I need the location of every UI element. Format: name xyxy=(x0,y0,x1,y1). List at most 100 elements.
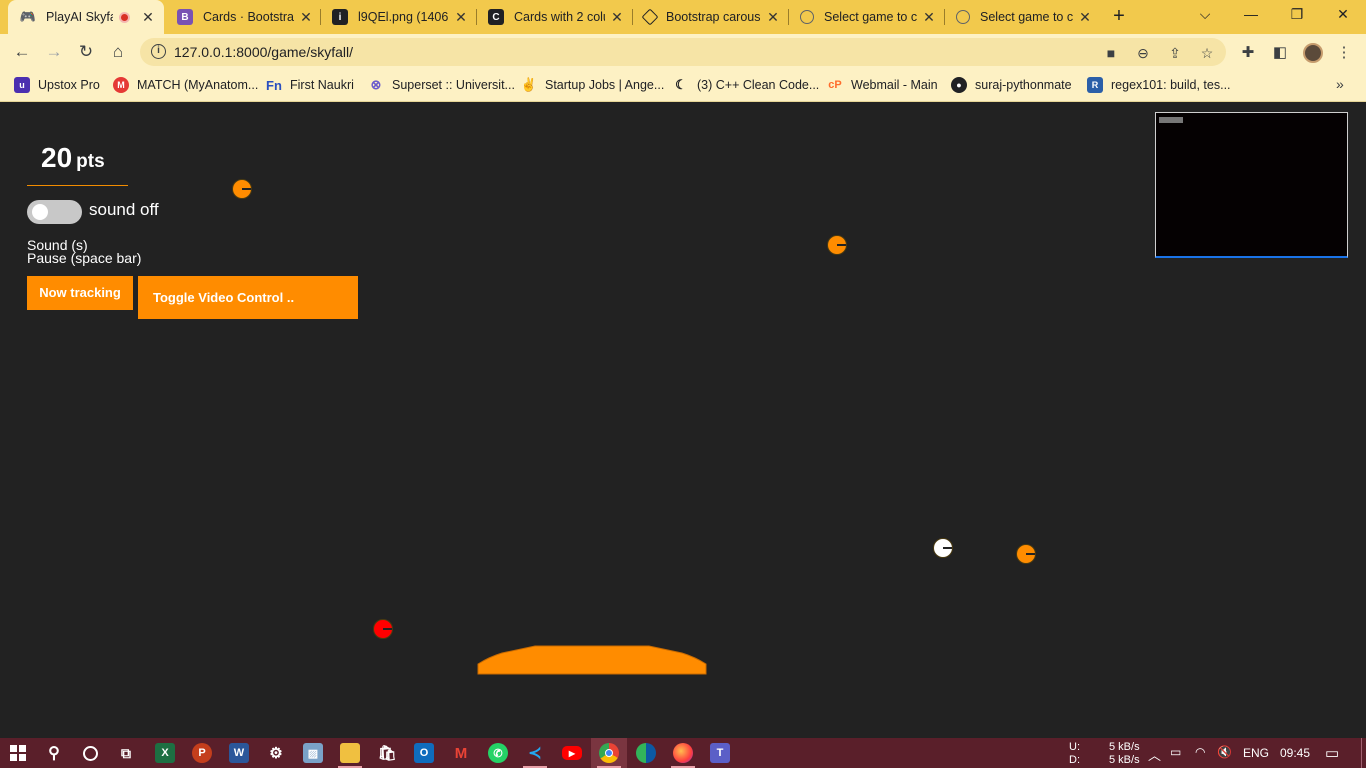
home-button[interactable]: ⌂ xyxy=(107,41,129,63)
regex101-icon: R xyxy=(1087,77,1103,93)
close-tab-icon[interactable]: ✕ xyxy=(921,9,937,26)
bootstrap-icon: B xyxy=(177,9,193,25)
notifications-icon[interactable]: ▭ xyxy=(1325,744,1339,762)
tab-strip: 🎮 PlayAI Skyfall ✕ B Cards · Bootstrap ✕… xyxy=(0,0,1366,34)
gmail-icon[interactable]: M xyxy=(451,743,471,763)
cortana-icon[interactable] xyxy=(80,743,100,763)
whatsapp-icon[interactable]: ✆ xyxy=(488,743,508,763)
bookmarks-bar: u Upstox Pro M MATCH (MyAnatom... Fn Fir… xyxy=(0,70,1366,102)
video-overlay-label xyxy=(1159,117,1183,123)
volume-muted-icon[interactable]: 🔇 xyxy=(1217,745,1232,759)
bookmark-cpp-clean-code[interactable]: ☾ (3) C++ Clean Code... xyxy=(673,77,819,93)
edge-icon[interactable] xyxy=(636,743,656,763)
close-tab-icon[interactable]: ✕ xyxy=(298,9,314,26)
settings-gear-icon[interactable]: ⚙ xyxy=(266,743,286,763)
tracking-button[interactable]: Now tracking xyxy=(27,276,133,310)
close-tab-icon[interactable]: ✕ xyxy=(140,9,156,26)
globe-icon xyxy=(956,10,970,24)
game-area[interactable]: 20 pts sound off Sound (s) Pause (space b… xyxy=(0,102,1366,738)
minimize-button[interactable]: — xyxy=(1239,6,1263,22)
tray-chevron-up-icon[interactable]: ︿ xyxy=(1148,745,1161,764)
side-panel-icon[interactable]: ◧ xyxy=(1270,43,1290,61)
toggle-video-control-button[interactable]: Toggle Video Control .. xyxy=(138,276,358,319)
vscode-icon[interactable]: ≺ xyxy=(525,743,545,763)
address-bar[interactable]: i 127.0.0.1:8000/game/skyfall/ ■ ⊖ ⇪ ☆ xyxy=(140,38,1226,66)
tab-bootstrap-carousel[interactable]: Bootstrap carous ✕ xyxy=(635,0,785,34)
chrome-icon[interactable] xyxy=(599,743,619,763)
falling-ball xyxy=(1016,544,1036,564)
ball-mark xyxy=(943,547,952,549)
tab-playai-skyfall[interactable]: 🎮 PlayAI Skyfall ✕ xyxy=(8,0,164,34)
tab-separator xyxy=(320,9,321,25)
tab-select-game-2[interactable]: Select game to cl ✕ xyxy=(947,0,1097,34)
tab-image-file[interactable]: i l9QEl.png (1406× ✕ xyxy=(323,0,473,34)
windows-start-icon[interactable] xyxy=(8,743,28,763)
reload-button[interactable]: ↻ xyxy=(75,41,97,63)
word-icon[interactable]: W xyxy=(229,743,249,763)
back-button[interactable]: ← xyxy=(11,41,33,63)
tab-cards-bootstrap[interactable]: B Cards · Bootstrap ✕ xyxy=(168,0,318,34)
zoom-icon[interactable]: ⊖ xyxy=(1134,45,1152,61)
url-text[interactable]: 127.0.0.1:8000/game/skyfall/ xyxy=(174,44,353,60)
profile-avatar[interactable] xyxy=(1303,43,1323,63)
score-value: 20 xyxy=(41,142,73,173)
bookmark-match[interactable]: M MATCH (MyAnatom... xyxy=(113,77,258,93)
extensions-puzzle-icon[interactable]: ✚ xyxy=(1238,43,1258,61)
youtube-icon[interactable]: ▶ xyxy=(562,746,582,760)
ball-mark xyxy=(242,188,251,190)
bookmark-upstox[interactable]: u Upstox Pro xyxy=(14,77,100,93)
teams-icon[interactable]: T xyxy=(710,743,730,763)
upstox-icon: u xyxy=(14,77,30,93)
firefox-icon[interactable] xyxy=(673,743,693,763)
angellist-icon: ✌ xyxy=(520,77,538,92)
bookmark-regex101[interactable]: R regex101: build, tes... xyxy=(1087,77,1231,93)
photos-icon[interactable]: ▨ xyxy=(303,743,323,763)
tab-cards-two-columns[interactable]: C Cards with 2 colu ✕ xyxy=(479,0,629,34)
excel-icon[interactable]: X xyxy=(155,743,175,763)
file-explorer-icon[interactable] xyxy=(340,743,360,763)
menu-kebab-icon[interactable]: ⋮ xyxy=(1334,43,1354,61)
toggle-knob xyxy=(32,204,48,220)
player-paddle[interactable] xyxy=(477,645,709,675)
sound-status-label: sound off xyxy=(89,200,159,219)
new-tab-button[interactable]: + xyxy=(1108,5,1130,27)
cpanel-icon: cP xyxy=(828,79,842,91)
camera-icon[interactable]: ■ xyxy=(1102,45,1120,61)
close-window-button[interactable]: ✕ xyxy=(1331,6,1355,23)
restore-button[interactable]: ❐ xyxy=(1285,6,1309,23)
search-icon[interactable]: ⚲ xyxy=(44,743,64,763)
site-info-icon[interactable]: i xyxy=(151,44,166,59)
ball-mark xyxy=(383,628,392,630)
close-tab-icon[interactable]: ✕ xyxy=(765,9,781,26)
outlook-icon[interactable]: O xyxy=(414,743,434,763)
tab-search-chevron-icon[interactable]: ⌵ xyxy=(1193,6,1217,23)
firstnaukri-icon: Fn xyxy=(266,77,282,93)
microsoft-store-icon[interactable]: 🛍 xyxy=(377,743,397,763)
tab-separator xyxy=(476,9,477,25)
clock[interactable]: 09:45 xyxy=(1280,746,1310,760)
net-download-label: D: xyxy=(1069,754,1080,766)
tab-select-game-1[interactable]: Select game to cl ✕ xyxy=(791,0,941,34)
bookmark-startup-jobs[interactable]: ✌ Startup Jobs | Ange... xyxy=(521,77,664,93)
sound-toggle[interactable] xyxy=(27,200,82,224)
globe-icon xyxy=(800,10,814,24)
language-indicator[interactable]: ENG xyxy=(1243,746,1269,760)
webcam-preview xyxy=(1155,112,1348,258)
bookmark-star-icon[interactable]: ☆ xyxy=(1198,45,1216,61)
battery-icon[interactable]: ▭ xyxy=(1170,745,1181,759)
close-tab-icon[interactable]: ✕ xyxy=(1077,9,1093,26)
bookmark-github[interactable]: ● suraj-pythonmate xyxy=(951,77,1072,93)
bookmark-webmail[interactable]: cP Webmail - Main xyxy=(827,77,937,93)
task-view-icon[interactable]: ⧉ xyxy=(116,743,136,763)
forward-button[interactable]: → xyxy=(43,41,65,63)
bookmark-superset[interactable]: ⊗ Superset :: Universit... xyxy=(368,77,515,93)
close-tab-icon[interactable]: ✕ xyxy=(453,9,469,26)
share-icon[interactable]: ⇪ xyxy=(1166,45,1184,61)
wifi-icon[interactable]: ◠ xyxy=(1195,745,1205,759)
falling-ball xyxy=(827,235,847,255)
close-tab-icon[interactable]: ✕ xyxy=(609,9,625,26)
more-bookmarks-chevron-icon[interactable]: » xyxy=(1336,76,1344,92)
bookmark-first-naukri[interactable]: Fn First Naukri xyxy=(266,77,354,93)
powerpoint-icon[interactable]: P xyxy=(192,743,212,763)
show-desktop-button[interactable] xyxy=(1361,738,1362,768)
